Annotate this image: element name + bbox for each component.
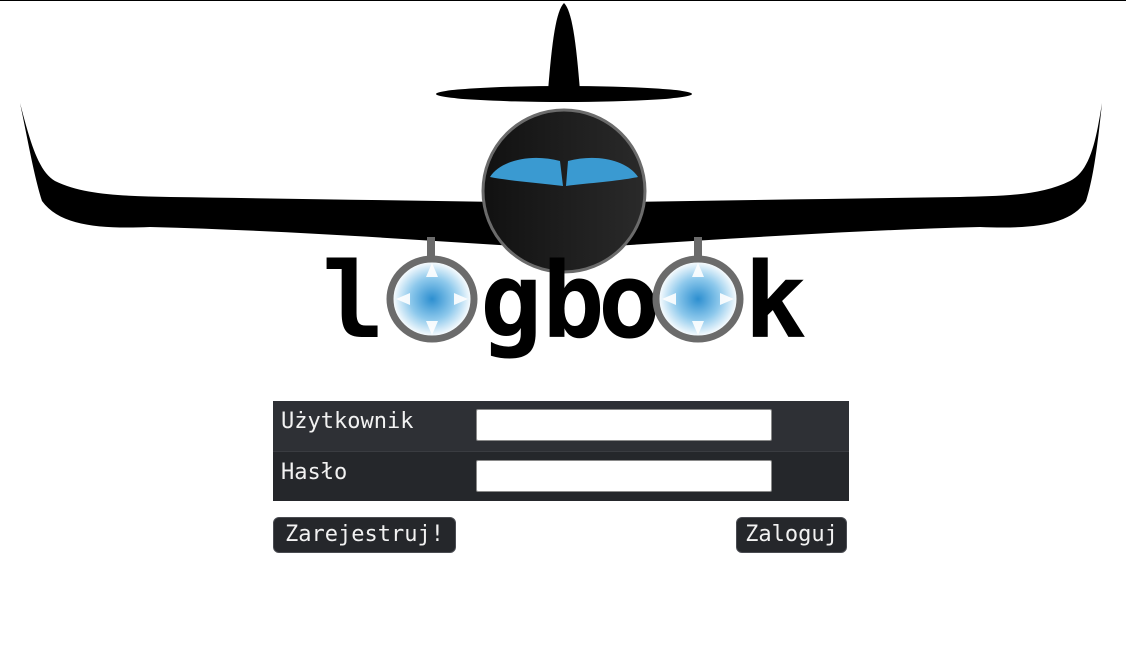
logo-letter-o: o [598, 240, 661, 362]
right-engine-icon [652, 255, 744, 343]
logo-letter-b: b [542, 240, 605, 362]
username-input[interactable] [476, 409, 772, 441]
logo-letter-g: g [480, 240, 543, 362]
logbook-logo: l g b o k [20, 3, 1102, 362]
password-label: Hasło [281, 459, 348, 485]
login-form: Użytkownik Hasło [273, 401, 849, 501]
register-button[interactable]: Zarejestruj! [273, 517, 456, 553]
logo-letter-l: l [322, 240, 385, 362]
login-button[interactable]: Zaloguj [736, 517, 847, 553]
airplane-tail [436, 3, 692, 102]
password-input[interactable] [476, 459, 772, 492]
username-row: Użytkownik [273, 401, 849, 451]
username-label: Użytkownik [281, 409, 414, 434]
logo-letter-k: k [744, 240, 807, 362]
password-row: Hasło [273, 451, 849, 501]
left-engine-icon [386, 255, 478, 343]
